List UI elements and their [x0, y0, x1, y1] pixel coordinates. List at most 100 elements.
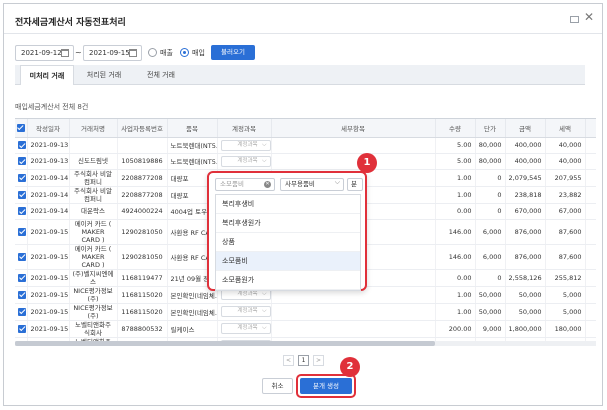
scrollbar-thumb[interactable]	[15, 341, 435, 346]
category-select[interactable]: 사무용품비	[280, 177, 344, 191]
category-more[interactable]: 분	[347, 178, 363, 191]
end-date-value: 2021-09-15	[89, 49, 130, 57]
cell-price: 50,000	[475, 303, 506, 321]
account-option[interactable]: 소모품원가	[216, 271, 360, 290]
row-checkbox[interactable]	[18, 273, 26, 282]
create-entry-button[interactable]: 분개 생성	[300, 378, 352, 394]
calendar-icon[interactable]	[129, 49, 137, 57]
cell-price: 50,000	[475, 286, 506, 304]
dialog-titlebar: 전자세금계산서 자동전표처리 ✕	[4, 4, 602, 34]
tab-processed[interactable]: 처리된 거래	[77, 65, 131, 85]
radio-sales[interactable]	[148, 48, 157, 57]
tab-unprocessed[interactable]: 미처리 거래	[20, 65, 74, 85]
table-row[interactable]: 2021-09-13 노트북렌대(NT5...계정과목 5.0080,000400,…	[15, 137, 596, 154]
cell-tax: 87,600	[545, 244, 586, 270]
cell-date: 2021-09-15	[27, 320, 70, 338]
cell-date: 2021-09-14	[27, 203, 70, 220]
cell-date: 2021-09-13	[27, 137, 70, 154]
cell-date: 2021-09-15	[27, 286, 70, 304]
col-item[interactable]: 품목	[167, 119, 218, 138]
horizontal-scrollbar[interactable]	[15, 341, 596, 346]
tab-all[interactable]: 전체 거래	[134, 65, 188, 85]
callout-badge-2: 2	[340, 357, 360, 377]
cell-price: 6,000	[475, 219, 506, 245]
account-search-input[interactable]: 소모품비 ✕	[215, 178, 275, 191]
row-checkbox[interactable]	[18, 252, 26, 261]
row-checkbox[interactable]	[18, 141, 26, 149]
page-number[interactable]: 1	[298, 355, 309, 366]
cell-extra	[585, 219, 596, 245]
col-qty[interactable]: 수량	[435, 119, 476, 138]
cancel-button[interactable]: 취소	[262, 378, 293, 394]
table-row[interactable]: 2021-09-15노벨티앤화주식회사8788800532릴케이스계정과목 200…	[15, 320, 596, 338]
account-select[interactable]: 계정과목	[220, 155, 270, 167]
account-option[interactable]: 상품	[216, 233, 360, 252]
col-detail[interactable]: 세부항목	[271, 119, 436, 138]
col-amount[interactable]: 금액	[505, 119, 546, 138]
cell-vendor: NICE평가정보(주)	[69, 303, 118, 321]
close-icon[interactable]: ✕	[584, 11, 594, 23]
row-checkbox[interactable]	[18, 173, 26, 182]
radio-purchase[interactable]	[180, 48, 189, 57]
row-checkbox[interactable]	[18, 207, 26, 215]
fetch-button[interactable]: 불러오기	[211, 45, 255, 60]
cell-amount: 670,000	[505, 203, 546, 220]
radio-sales-label: 매출	[160, 49, 173, 57]
dialog-title: 전자세금계산서 자동전표처리	[15, 18, 126, 28]
account-select[interactable]: 계정과목	[220, 306, 270, 317]
clear-icon[interactable]: ✕	[264, 181, 271, 188]
cell-qty: 1.00	[435, 303, 476, 321]
start-date-input[interactable]: 2021-09-12	[15, 45, 74, 61]
cell-bizno: 2208877208	[117, 186, 168, 204]
account-select[interactable]: 계정과목	[220, 323, 270, 334]
end-date-input[interactable]: 2021-09-15	[83, 45, 142, 61]
account-option[interactable]: 복리후생비	[216, 195, 360, 214]
cell-extra	[585, 137, 596, 154]
cell-account: 계정과목	[217, 153, 272, 170]
cell-price: 80,000	[475, 153, 506, 170]
col-tax[interactable]: 세액	[545, 119, 586, 138]
next-page-button[interactable]: >	[313, 355, 324, 366]
cell-select	[15, 153, 28, 170]
cell-extra	[585, 169, 596, 187]
row-checkbox[interactable]	[18, 290, 26, 299]
cell-vendor: 대운락스	[69, 203, 118, 220]
select-all-checkbox[interactable]	[15, 119, 28, 138]
cell-price: 80,000	[475, 137, 506, 154]
row-checkbox[interactable]	[18, 227, 26, 236]
cell-select	[15, 186, 28, 204]
table-row[interactable]: 2021-09-13 신도드림넷 1050819886 노트북렌대(NT5... 계정과…	[15, 153, 596, 170]
row-checkbox[interactable]	[18, 190, 26, 199]
cell-amount: 400,000	[505, 137, 546, 154]
col-account[interactable]: 계정과목	[217, 119, 272, 138]
row-checkbox[interactable]	[18, 324, 26, 333]
cell-qty: 146.00	[435, 219, 476, 245]
minimize-icon[interactable]	[570, 16, 579, 23]
cell-price: 9,000	[475, 320, 506, 338]
cell-vendor: 주식회사 비알컴퍼니	[69, 186, 118, 204]
cell-tax: 5,000	[545, 286, 586, 304]
col-bizno[interactable]: 사업자등록번호	[117, 119, 168, 138]
cell-vendor: 주식회사 비알컴퍼니	[69, 169, 118, 187]
start-date-value: 2021-09-12	[21, 49, 62, 57]
cell-select	[15, 137, 28, 154]
cell-select	[15, 286, 28, 304]
col-date[interactable]: 작성일자	[27, 119, 70, 138]
account-select[interactable]: 계정과목	[220, 139, 270, 151]
cell-select	[15, 244, 28, 270]
cell-bizno: 4924000224	[117, 203, 168, 220]
cell-select	[15, 269, 28, 287]
row-checkbox[interactable]	[18, 157, 26, 165]
account-option[interactable]: 복리후생원가	[216, 214, 360, 233]
col-vendor[interactable]: 거래처명	[69, 119, 118, 138]
table-row[interactable]: 2021-09-15 NICE평가정보(주) 1168115020 본인확인(네임체.…	[15, 303, 596, 321]
calendar-icon[interactable]	[61, 49, 69, 57]
col-price[interactable]: 단가	[475, 119, 506, 138]
cell-vendor: NICE평가정보(주)	[69, 286, 118, 304]
cell-qty: 5.00	[435, 153, 476, 170]
row-checkbox[interactable]	[18, 307, 26, 316]
prev-page-button[interactable]: <	[283, 355, 294, 366]
account-option-hovered[interactable]: 소모품비	[216, 252, 360, 271]
cell-amount: 238,818	[505, 186, 546, 204]
cell-date: 2021-09-15	[27, 303, 70, 321]
